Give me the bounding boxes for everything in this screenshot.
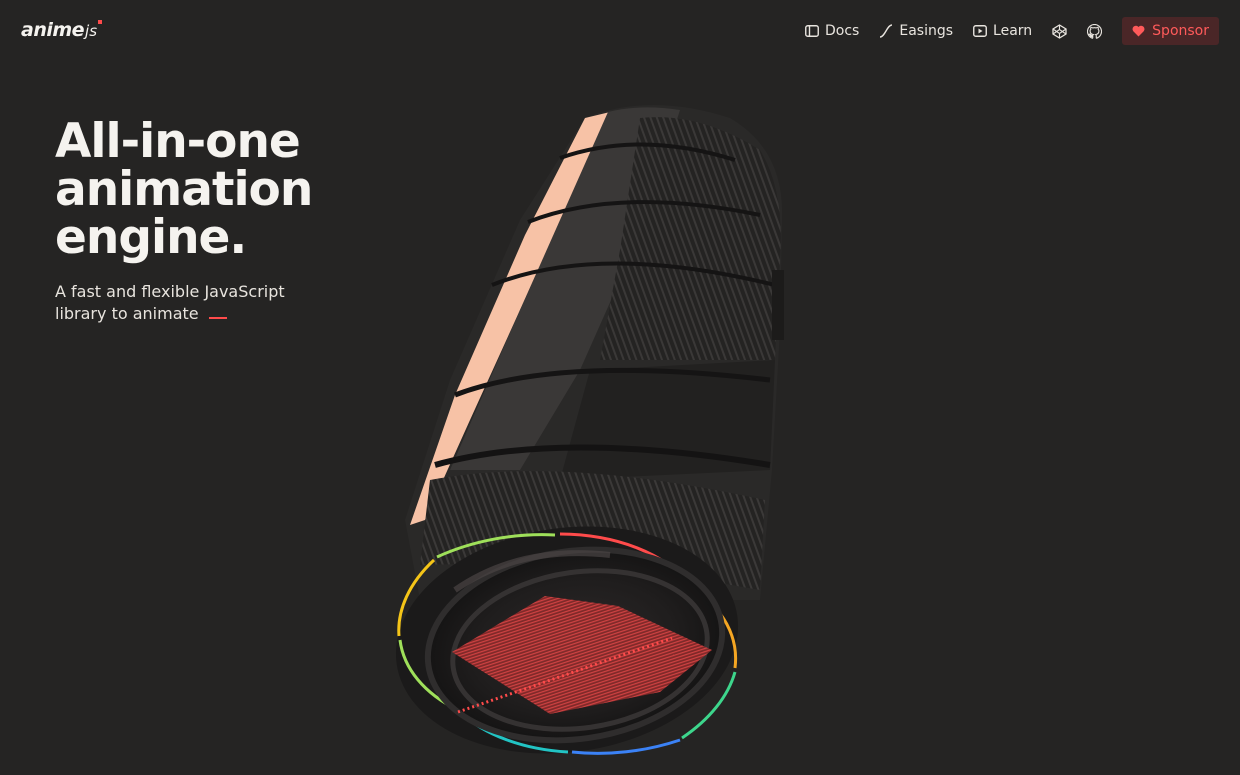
camera-lens-graphic bbox=[395, 105, 784, 755]
lens-barrel bbox=[405, 105, 784, 600]
lens-illustration bbox=[0, 0, 1240, 775]
page: anime js Docs Easings Learn Sponsor All-… bbox=[0, 0, 1240, 775]
